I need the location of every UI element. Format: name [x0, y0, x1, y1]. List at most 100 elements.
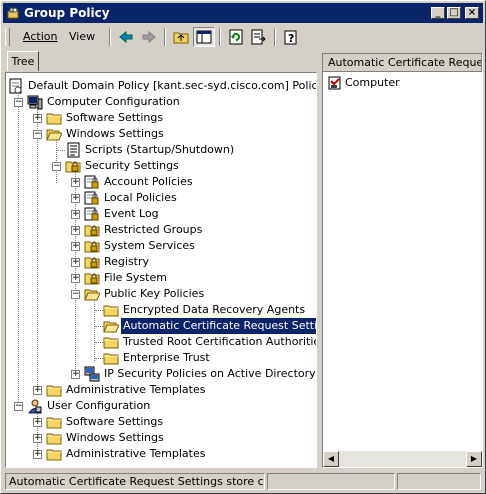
- window-title: Group Policy: [24, 6, 110, 20]
- expand-toggle[interactable]: +: [33, 386, 42, 395]
- tree-item-file-system[interactable]: + File System: [6, 270, 316, 286]
- tree-label: Security Settings: [85, 159, 179, 172]
- computer-icon: [27, 94, 43, 110]
- expand-toggle[interactable]: +: [33, 450, 42, 459]
- tree-item-encrypted-data-recovery-agents[interactable]: Encrypted Data Recovery Agents: [6, 302, 316, 318]
- tree-item-cc-windows-settings[interactable]: − Windows Settings: [6, 126, 316, 142]
- tree-connector: [95, 310, 103, 311]
- tree-item-public-key-policies[interactable]: − Public Key Policies: [6, 286, 316, 302]
- tree-item-ip-security-policies[interactable]: + IP Security Policies on Active Directo…: [6, 366, 316, 382]
- tree-item-user-configuration[interactable]: − User Configuration: [6, 398, 316, 414]
- tree-item-system-services[interactable]: + System Services: [6, 238, 316, 254]
- export-list-button[interactable]: [248, 27, 270, 47]
- console-tree[interactable]: Default Domain Policy [kant.sec-syd.cisc…: [5, 72, 317, 468]
- menu-view[interactable]: View: [69, 30, 95, 43]
- collapse-toggle[interactable]: −: [14, 98, 23, 107]
- toolbar-separator: [164, 28, 166, 46]
- horizontal-scrollbar[interactable]: ◀ ▶: [323, 451, 482, 467]
- folder-icon: [46, 430, 62, 446]
- help-button[interactable]: ?: [280, 27, 302, 47]
- tree-item-uc-windows-settings[interactable]: + Windows Settings: [6, 430, 316, 446]
- expand-toggle[interactable]: +: [71, 258, 80, 267]
- up-one-level-button[interactable]: [170, 27, 192, 47]
- expand-toggle[interactable]: +: [71, 178, 80, 187]
- forward-arrow-icon: [142, 30, 156, 44]
- folder-icon: [103, 350, 119, 366]
- tree-item-cc-software-settings[interactable]: + Software Settings: [6, 110, 316, 126]
- tree-item-registry[interactable]: + Registry: [6, 254, 316, 270]
- tree-item-cc-administrative-templates[interactable]: + Administrative Templates: [6, 382, 316, 398]
- tree-label: Computer Configuration: [47, 95, 180, 108]
- scroll-left-button[interactable]: ◀: [323, 451, 339, 467]
- toolbar-separator: [274, 28, 276, 46]
- tree-item-uc-administrative-templates[interactable]: + Administrative Templates: [6, 446, 316, 462]
- close-button[interactable]: ×: [465, 7, 479, 19]
- expand-toggle[interactable]: +: [33, 434, 42, 443]
- folder-icon: [46, 110, 62, 126]
- security-policy-icon: [84, 174, 100, 190]
- tree-item-event-log[interactable]: + Event Log: [6, 206, 316, 222]
- list-item[interactable]: Computer: [327, 75, 477, 91]
- tab-tree[interactable]: Tree: [7, 51, 39, 71]
- tree-item-uc-software-settings[interactable]: + Software Settings: [6, 414, 316, 430]
- minimize-button[interactable]: _: [431, 7, 445, 19]
- security-folder-icon: [84, 238, 100, 254]
- user-icon: [27, 398, 43, 414]
- tree-item-restricted-groups[interactable]: + Restricted Groups: [6, 222, 316, 238]
- status-bar: Automatic Certificate Request Settings s…: [3, 472, 483, 491]
- tree-label: Restricted Groups: [104, 223, 203, 236]
- status-panel: [267, 473, 395, 490]
- tree-label: Windows Settings: [66, 431, 164, 444]
- tree-item-trusted-root-certification-authorities[interactable]: Trusted Root Certification Authorities: [6, 334, 316, 350]
- expand-toggle[interactable]: +: [33, 114, 42, 123]
- tree-item-account-policies[interactable]: + Account Policies: [6, 174, 316, 190]
- collapse-toggle[interactable]: −: [71, 290, 80, 299]
- collapse-toggle[interactable]: −: [14, 402, 23, 411]
- expand-toggle[interactable]: +: [71, 210, 80, 219]
- forward-button[interactable]: [138, 27, 160, 47]
- tree-item-enterprise-trust[interactable]: Enterprise Trust: [6, 350, 316, 366]
- tree-item-computer-configuration[interactable]: − Computer Configuration: [6, 94, 316, 110]
- tree-item-automatic-certificate-request-settings[interactable]: Automatic Certificate Request Settings: [6, 317, 316, 335]
- tree-label: Software Settings: [66, 415, 164, 428]
- column-header[interactable]: Automatic Certificate Request: [323, 54, 482, 72]
- tree-connector: [95, 326, 103, 327]
- expand-toggle[interactable]: +: [71, 226, 80, 235]
- toolbar-grip[interactable]: [5, 28, 10, 46]
- tree-label: Enterprise Trust: [123, 351, 210, 364]
- console-tree-icon: [196, 30, 212, 44]
- tree-label: Administrative Templates: [66, 447, 206, 460]
- tree-item-root[interactable]: Default Domain Policy [kant.sec-syd.cisc…: [6, 78, 316, 94]
- tree-connector: [57, 150, 65, 151]
- tree-item-security-settings[interactable]: − Security Settings: [6, 158, 316, 174]
- expand-toggle[interactable]: +: [71, 274, 80, 283]
- collapse-toggle[interactable]: −: [52, 162, 61, 171]
- tree-connector: [95, 358, 103, 359]
- svg-text:?: ?: [288, 32, 294, 45]
- tree-item-scripts[interactable]: Scripts (Startup/Shutdown): [6, 142, 316, 158]
- details-pane[interactable]: Automatic Certificate Request Computer ◀…: [322, 53, 483, 468]
- expand-toggle[interactable]: +: [71, 194, 80, 203]
- folder-icon: [46, 382, 62, 398]
- policy-document-icon: [8, 78, 24, 94]
- title-bar[interactable]: Group Policy _ □ ×: [3, 3, 483, 23]
- tree-label: Windows Settings: [66, 127, 164, 140]
- open-folder-icon: [84, 286, 100, 302]
- expand-toggle[interactable]: +: [33, 418, 42, 427]
- show-hide-console-tree-button[interactable]: [193, 27, 215, 47]
- maximize-button[interactable]: □: [447, 7, 461, 19]
- network-computers-icon: [84, 366, 100, 382]
- expand-toggle[interactable]: +: [71, 242, 80, 251]
- refresh-button[interactable]: [225, 27, 247, 47]
- toolbar-separator: [109, 28, 111, 46]
- scroll-right-button[interactable]: ▶: [466, 451, 482, 467]
- back-button[interactable]: [115, 27, 137, 47]
- tree-label: File System: [104, 271, 167, 284]
- security-policy-icon: [84, 190, 100, 206]
- menu-action[interactable]: Action: [23, 30, 57, 43]
- tree-label: Trusted Root Certification Authorities: [123, 335, 317, 348]
- expand-toggle[interactable]: +: [71, 370, 80, 379]
- tree-item-local-policies[interactable]: + Local Policies: [6, 190, 316, 206]
- collapse-toggle[interactable]: −: [33, 130, 42, 139]
- back-arrow-icon: [119, 30, 133, 44]
